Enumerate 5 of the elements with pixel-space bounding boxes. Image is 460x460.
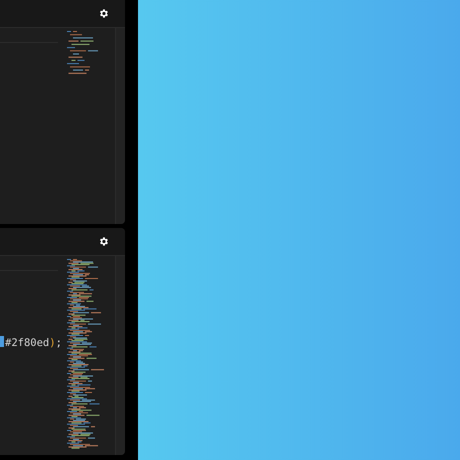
scrollbar[interactable] [115,256,125,455]
settings-icon[interactable] [98,8,109,19]
scrollbar[interactable] [115,28,125,224]
settings-icon[interactable] [98,236,109,247]
code-line: #2f80ed); [0,336,65,350]
